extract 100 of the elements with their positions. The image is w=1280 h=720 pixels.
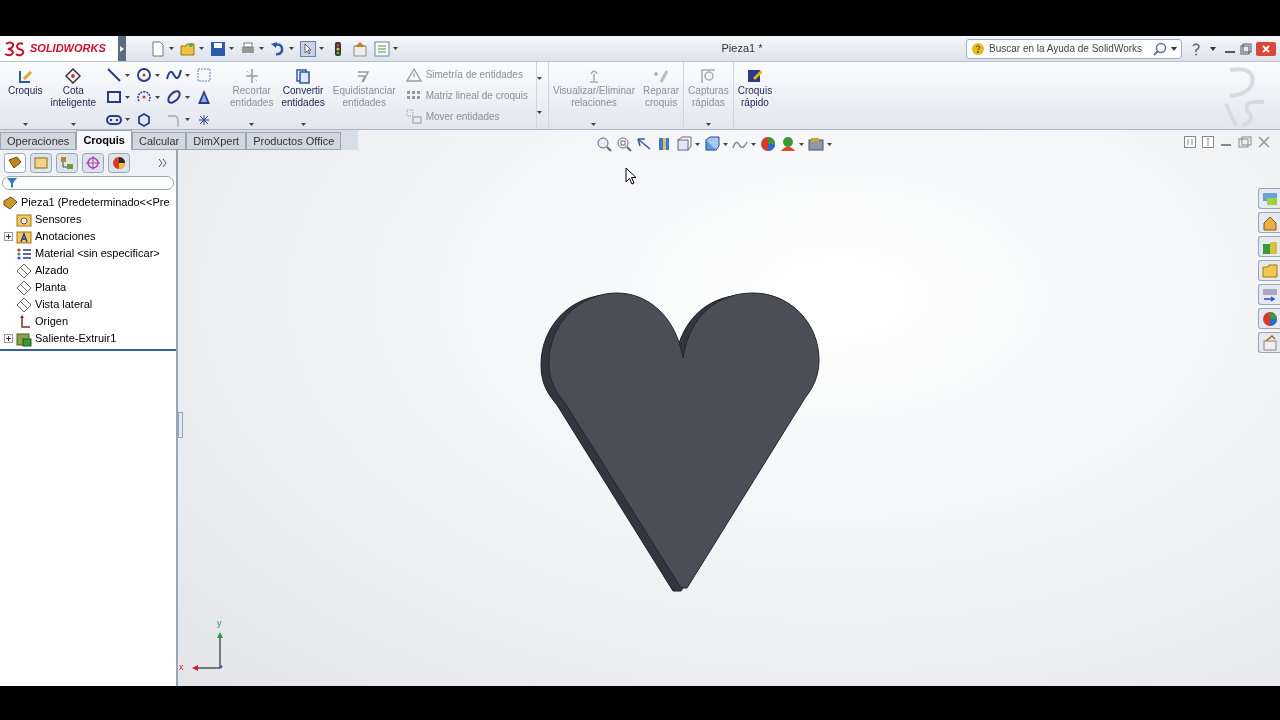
mirror-icon	[405, 66, 422, 83]
panel-splitter-handle[interactable]	[178, 412, 183, 438]
menu-expand-tab[interactable]	[118, 36, 126, 61]
search-field[interactable]: Buscar en la Ayuda de SolidWorks	[966, 38, 1182, 59]
expand-toggle-icon[interactable]	[4, 334, 13, 343]
text-icon[interactable]	[196, 89, 213, 106]
line-icon[interactable]	[106, 67, 123, 84]
tree-item[interactable]: Pieza1 (Predeterminado<<Pre	[21, 194, 170, 211]
caret-icon[interactable]	[723, 142, 728, 146]
tile-icon[interactable]	[1202, 136, 1214, 148]
filter-field[interactable]	[2, 176, 174, 190]
tree-item[interactable]: Material <sin especificar>	[35, 245, 160, 262]
scene-icon[interactable]	[780, 136, 796, 152]
tree-item[interactable]: Anotaciones	[35, 228, 96, 245]
display-style-icon[interactable]	[704, 136, 720, 152]
appearance-icon[interactable]	[760, 136, 776, 152]
zoom-to-fit-icon[interactable]	[596, 136, 612, 152]
view-orientation-icon[interactable]	[676, 136, 692, 152]
tree-item[interactable]: Planta	[35, 279, 67, 296]
ribbon-button[interactable]: Cota inteligente	[50, 68, 97, 109]
ribbon-button[interactable]: Convertir entidades	[281, 68, 325, 109]
tab[interactable]: Croquis	[76, 130, 132, 150]
zoom-area-icon[interactable]	[616, 136, 632, 152]
task-pane-tab[interactable]	[1258, 284, 1280, 305]
rapid-icon	[746, 68, 763, 84]
caret-icon[interactable]	[22, 123, 28, 126]
tile-icon[interactable]	[1184, 136, 1196, 148]
caret-icon[interactable]	[536, 110, 542, 114]
sketch-icon	[17, 68, 34, 84]
tree-item[interactable]: Origen	[35, 313, 69, 330]
caret-icon[interactable]	[536, 77, 542, 81]
caret-icon[interactable]	[125, 118, 131, 122]
part-icon	[2, 194, 18, 211]
caret-icon[interactable]	[827, 142, 832, 146]
caret-icon[interactable]	[125, 73, 131, 77]
previous-view-icon[interactable]	[636, 136, 652, 152]
caret-icon[interactable]	[751, 142, 756, 146]
display-manager-icon[interactable]	[808, 136, 824, 152]
options-icon[interactable]	[352, 40, 368, 57]
polygon-icon[interactable]	[136, 111, 153, 128]
snaps-icon	[700, 68, 717, 84]
restore-icon[interactable]	[1240, 42, 1252, 55]
tree-item[interactable]: Saliente-Extruir1	[35, 330, 117, 347]
appearance-tab[interactable]	[108, 153, 130, 173]
circle-icon[interactable]	[136, 67, 153, 84]
ribbon-button[interactable]: Croquis rápido	[737, 68, 773, 109]
close-icon[interactable]	[1258, 136, 1270, 148]
feature-tree-tab[interactable]	[4, 153, 26, 173]
close-icon[interactable]	[1256, 41, 1276, 56]
caret-icon[interactable]	[1171, 46, 1177, 51]
tree-item[interactable]: Sensores	[35, 211, 82, 228]
caret-icon[interactable]	[695, 142, 700, 146]
arrow-icon	[120, 45, 124, 52]
tab[interactable]: Productos Office	[246, 132, 342, 150]
caret-icon[interactable]	[289, 47, 294, 50]
annotation-icon	[16, 228, 32, 245]
caret-icon[interactable]	[199, 47, 204, 50]
tab[interactable]: DimXpert	[186, 132, 247, 150]
plane-icon	[16, 262, 32, 279]
caret-icon[interactable]	[185, 73, 191, 77]
caret-icon[interactable]	[393, 47, 398, 50]
undo-icon[interactable]	[270, 40, 286, 57]
rectangle-icon[interactable]	[106, 89, 123, 106]
section-view-icon[interactable]	[656, 136, 672, 152]
caret-icon[interactable]	[185, 96, 191, 99]
caret-icon[interactable]	[300, 123, 306, 126]
save-icon[interactable]	[210, 40, 226, 57]
select-pointer-icon[interactable]	[300, 40, 316, 57]
caret-icon[interactable]	[229, 47, 234, 50]
search-icon[interactable]	[1153, 41, 1167, 56]
caret-icon[interactable]	[1210, 46, 1216, 51]
task-pane-tab[interactable]	[1258, 308, 1280, 329]
caret-icon[interactable]	[259, 47, 264, 50]
help-bubble-icon	[971, 41, 985, 56]
caret-icon[interactable]	[70, 123, 76, 126]
caret-icon[interactable]	[185, 118, 191, 122]
appearances-icon	[1261, 310, 1278, 327]
tab[interactable]: Calcular	[131, 132, 187, 150]
home-icon	[1261, 214, 1278, 231]
help-icon[interactable]	[1190, 41, 1202, 56]
expand-toggle-icon[interactable]	[4, 232, 13, 241]
caret-icon[interactable]	[155, 73, 161, 77]
task-pane-tab[interactable]	[1258, 236, 1280, 257]
crosshair-tab[interactable]	[82, 153, 104, 173]
tree-item[interactable]: Alzado	[35, 262, 69, 279]
tab[interactable]: Operaciones	[0, 132, 77, 150]
tree-item[interactable]: Vista lateral	[35, 296, 93, 313]
caret-icon[interactable]	[125, 96, 131, 99]
caret-icon[interactable]	[169, 47, 174, 50]
caret-icon[interactable]	[799, 142, 804, 146]
caret-icon[interactable]	[319, 47, 324, 50]
configuration-tab[interactable]	[56, 153, 78, 173]
ribbon-button[interactable]: Croquis	[8, 68, 43, 97]
task-pane-tab[interactable]	[1258, 332, 1280, 353]
expand-icon[interactable]	[158, 159, 168, 167]
caret-icon[interactable]	[155, 96, 161, 99]
ellipse-icon[interactable]	[166, 89, 183, 106]
window-title: Pieza1 *	[721, 41, 763, 57]
folder-icon	[1261, 262, 1278, 279]
task-pane-tab[interactable]	[1258, 212, 1280, 233]
